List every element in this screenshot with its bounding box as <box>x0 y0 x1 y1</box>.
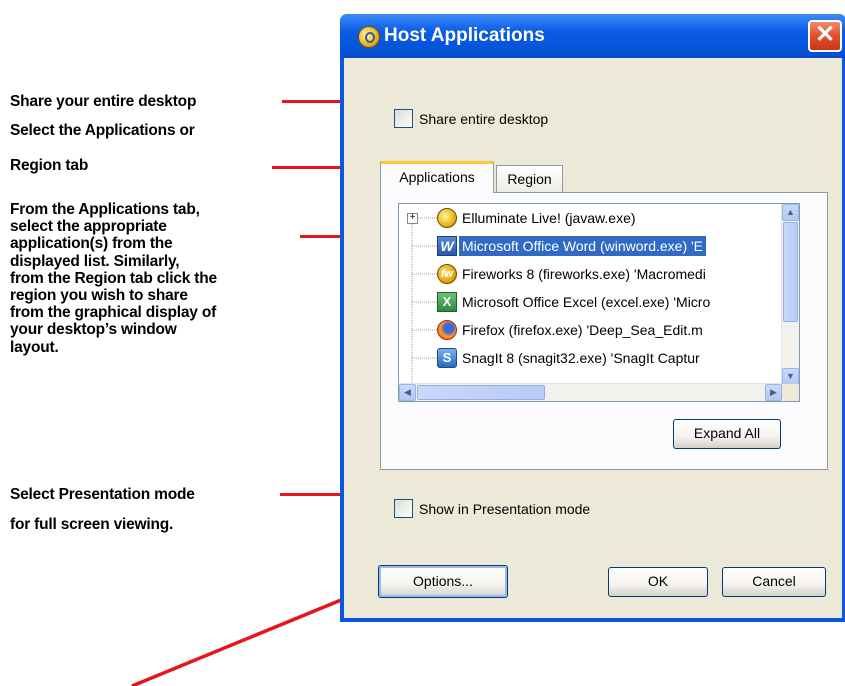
share-desktop-checkbox[interactable] <box>394 109 413 128</box>
word-icon: W <box>437 236 457 256</box>
list-item[interactable]: W Microsoft Office Word (winword.exe) 'E <box>437 232 707 260</box>
vertical-scrollbar[interactable]: ▲ ▼ <box>781 204 799 385</box>
options-button[interactable]: Options... <box>378 565 508 598</box>
dialog-title: Host Applications <box>384 25 545 46</box>
firefox-icon <box>437 320 457 340</box>
tree-expand-toggle[interactable]: + <box>407 213 418 224</box>
presentation-mode-checkbox[interactable] <box>394 499 413 518</box>
presentation-mode-checkbox-row[interactable]: Show in Presentation mode <box>394 499 590 518</box>
fireworks-icon: fw <box>437 264 457 284</box>
ok-button[interactable]: OK <box>608 567 708 597</box>
arrow-left-icon: ◀ <box>404 387 411 397</box>
dialog-client-area: Share entire desktop Applications Region… <box>344 58 842 618</box>
application-tree-list[interactable]: + Elluminate Live! (javaw.exe) W Microso… <box>398 203 800 402</box>
share-desktop-label: Share entire desktop <box>419 110 549 127</box>
list-item[interactable]: Firefox (firefox.exe) 'Deep_Sea_Edit.m <box>437 316 706 344</box>
host-applications-dialog: Host Applications ✕ Share entire desktop… <box>340 14 845 622</box>
scrollbar-corner <box>782 384 799 401</box>
vertical-scroll-thumb[interactable] <box>783 222 798 322</box>
title-bar[interactable]: Host Applications ✕ <box>340 14 845 58</box>
list-item[interactable]: S SnagIt 8 (snagit32.exe) 'SnagIt Captur <box>437 344 703 372</box>
cancel-button[interactable]: Cancel <box>722 567 826 597</box>
share-desktop-checkbox-row[interactable]: Share entire desktop <box>394 109 548 128</box>
arrow-down-icon: ▼ <box>786 371 795 381</box>
horizontal-scroll-thumb[interactable] <box>417 385 545 400</box>
scroll-right-button[interactable]: ▶ <box>765 384 782 401</box>
scroll-up-button[interactable]: ▲ <box>782 204 799 221</box>
scroll-down-button[interactable]: ▼ <box>782 368 799 385</box>
presentation-mode-label: Show in Presentation mode <box>419 500 591 517</box>
horizontal-scrollbar[interactable]: ◀ ▶ <box>399 383 782 401</box>
close-icon: ✕ <box>814 21 836 48</box>
list-item[interactable]: Elluminate Live! (javaw.exe) <box>437 204 639 232</box>
list-item[interactable]: X Microsoft Office Excel (excel.exe) 'Mi… <box>437 288 713 316</box>
expand-all-button[interactable]: Expand All <box>673 419 781 449</box>
snagit-icon: S <box>437 348 457 368</box>
tab-region[interactable]: Region <box>496 165 563 193</box>
scroll-left-button[interactable]: ◀ <box>399 384 416 401</box>
elluminate-icon <box>437 208 457 228</box>
arrow-up-icon: ▲ <box>786 207 795 217</box>
applications-tab-panel: + Elluminate Live! (javaw.exe) W Microso… <box>380 192 828 470</box>
excel-icon: X <box>437 292 457 312</box>
elluminate-app-icon <box>358 26 380 48</box>
close-button[interactable]: ✕ <box>808 20 842 52</box>
tab-applications[interactable]: Applications <box>380 161 494 193</box>
arrow-right-icon: ▶ <box>770 387 777 397</box>
list-item[interactable]: fw Fireworks 8 (fireworks.exe) 'Macromed… <box>437 260 709 288</box>
